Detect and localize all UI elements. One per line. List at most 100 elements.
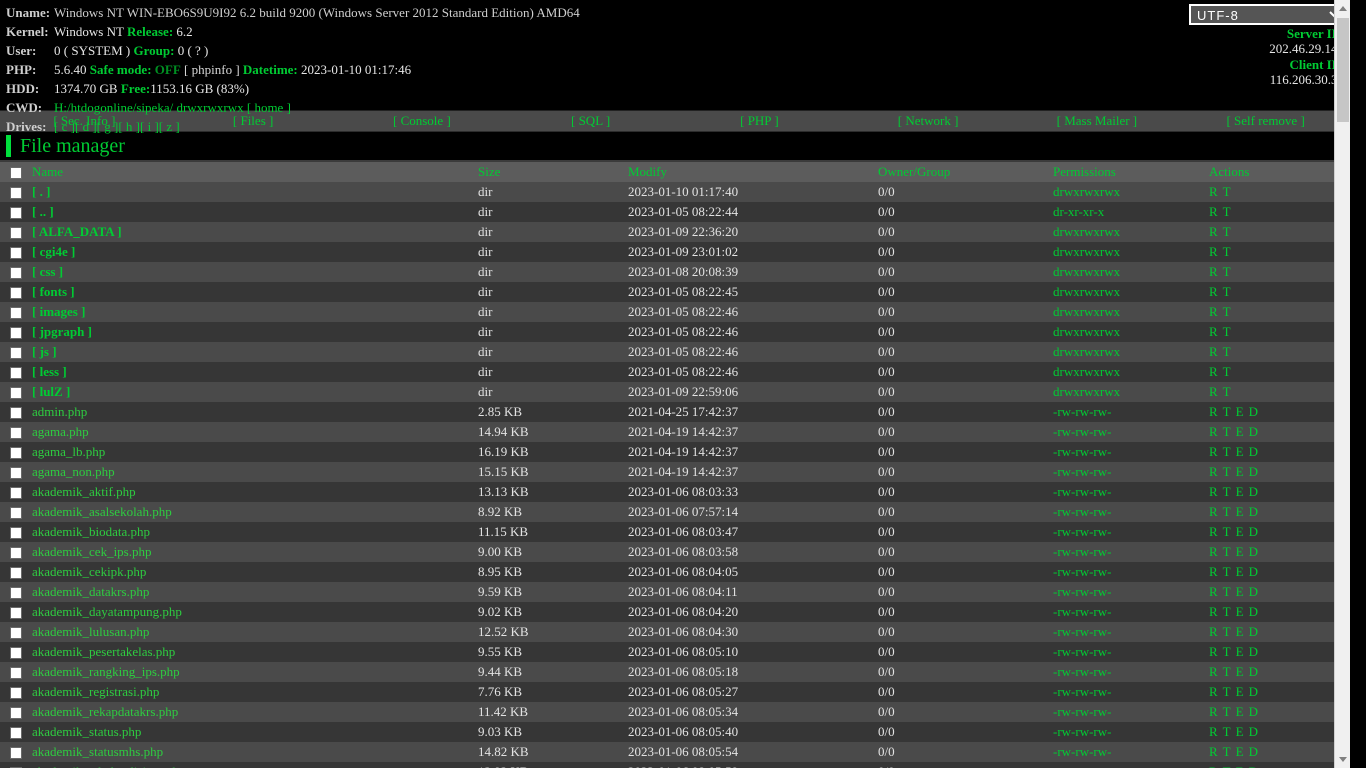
action-touch[interactable]: T <box>1223 604 1231 619</box>
action-rename[interactable]: R <box>1209 184 1218 199</box>
action-touch[interactable]: T <box>1223 464 1231 479</box>
row-checkbox[interactable] <box>10 467 22 480</box>
permissions-link[interactable]: -rw-rw-rw- <box>1053 524 1111 539</box>
action-touch[interactable]: T <box>1223 704 1231 719</box>
action-touch[interactable]: T <box>1223 444 1231 459</box>
file-link[interactable]: akademik_datakrs.php <box>32 584 149 599</box>
charset-select[interactable]: UTF-8Windows-1251KOI8-RKOI8-Ucp866 <box>1189 4 1344 25</box>
action-rename[interactable]: R <box>1209 464 1218 479</box>
permissions-link[interactable]: -rw-rw-rw- <box>1053 744 1111 759</box>
row-checkbox[interactable] <box>10 387 22 400</box>
file-link[interactable]: akademik_asalsekolah.php <box>32 504 172 519</box>
row-checkbox[interactable] <box>10 587 22 600</box>
action-edit[interactable]: E <box>1236 744 1244 759</box>
action-touch[interactable]: T <box>1223 644 1231 659</box>
table-row[interactable]: akademik_pesertakelas.php 9.55 KB 2023-01-… <box>0 642 1350 662</box>
action-delete[interactable]: D <box>1249 684 1258 699</box>
action-delete[interactable]: D <box>1249 624 1258 639</box>
scroll-down-arrow-icon[interactable] <box>1335 751 1350 768</box>
action-edit[interactable]: E <box>1236 424 1244 439</box>
action-rename[interactable]: R <box>1209 384 1218 399</box>
table-row[interactable]: agama_non.php 15.15 KB 2021-04-19 14:42:37… <box>0 462 1350 482</box>
action-rename[interactable]: R <box>1209 364 1218 379</box>
action-delete[interactable]: D <box>1249 484 1258 499</box>
action-touch[interactable]: T <box>1223 544 1231 559</box>
file-link[interactable]: akademik_rangking_ips.php <box>32 664 180 679</box>
table-row[interactable]: akademik_cek_ips.php 9.00 KB 2023-01-06 08… <box>0 542 1350 562</box>
directory-link[interactable]: [ .. ] <box>32 204 54 219</box>
drive-link-h[interactable]: [ h ] <box>118 119 140 134</box>
action-rename[interactable]: R <box>1209 664 1218 679</box>
directory-link[interactable]: [ less ] <box>32 364 67 379</box>
permissions-link[interactable]: drwxrwxrwx <box>1053 304 1120 319</box>
action-rename[interactable]: R <box>1209 624 1218 639</box>
table-row[interactable]: akademik_registrasi.php 7.76 KB 2023-01-06… <box>0 682 1350 702</box>
scrollbar-thumb[interactable] <box>1337 18 1349 122</box>
table-row[interactable]: agama_lb.php 16.19 KB 2021-04-19 14:42:37 0… <box>0 442 1350 462</box>
action-rename[interactable]: R <box>1209 304 1218 319</box>
row-checkbox[interactable] <box>10 347 22 360</box>
action-touch[interactable]: T <box>1223 524 1231 539</box>
action-touch[interactable]: T <box>1223 244 1231 259</box>
row-checkbox[interactable] <box>10 687 22 700</box>
table-row[interactable]: [ .. ] dir 2023-01-05 08:22:44 0/0 dr-xr-xr-… <box>0 202 1350 222</box>
action-delete[interactable]: D <box>1249 404 1258 419</box>
action-touch[interactable]: T <box>1223 304 1231 319</box>
action-delete[interactable]: D <box>1249 704 1258 719</box>
table-row[interactable]: akademik_lulusan.php 12.52 KB 2023-01-06 0… <box>0 622 1350 642</box>
permissions-link[interactable]: -rw-rw-rw- <box>1053 404 1111 419</box>
table-row[interactable]: [ jpgraph ] dir 2023-01-05 08:22:46 0/0 drwx… <box>0 322 1350 342</box>
drive-link-g[interactable]: [ g ] <box>97 119 119 134</box>
row-checkbox[interactable] <box>10 207 22 220</box>
nav-item-self-remove[interactable]: [ Self remove ] <box>1181 113 1350 129</box>
action-touch[interactable]: T <box>1223 324 1231 339</box>
table-row[interactable]: [ ALFA_DATA ] dir 2023-01-09 22:36:20 0/0 dr… <box>0 222 1350 242</box>
file-link[interactable]: akademik_aktif.php <box>32 484 136 499</box>
action-delete[interactable]: D <box>1249 524 1258 539</box>
permissions-link[interactable]: drwxrwxrwx <box>1053 324 1120 339</box>
permissions-link[interactable]: -rw-rw-rw- <box>1053 604 1111 619</box>
action-rename[interactable]: R <box>1209 604 1218 619</box>
table-row[interactable]: [ js ] dir 2023-01-05 08:22:46 0/0 drwxrwxrw… <box>0 342 1350 362</box>
file-link[interactable]: akademik_biodata.php <box>32 524 150 539</box>
action-touch[interactable]: T <box>1223 424 1231 439</box>
action-delete[interactable]: D <box>1249 604 1258 619</box>
action-rename[interactable]: R <box>1209 284 1218 299</box>
action-rename[interactable]: R <box>1209 724 1218 739</box>
permissions-link[interactable]: -rw-rw-rw- <box>1053 624 1111 639</box>
file-link[interactable]: akademik_statusmhs.php <box>32 744 163 759</box>
column-header-permissions[interactable]: Permissions <box>1053 162 1209 182</box>
table-row[interactable]: akademik_status.php 9.03 KB 2023-01-06 08:… <box>0 722 1350 742</box>
action-delete[interactable]: D <box>1249 504 1258 519</box>
action-touch[interactable]: T <box>1223 404 1231 419</box>
file-link[interactable]: akademik_tabelyudisium.php <box>32 764 185 768</box>
action-touch[interactable]: T <box>1223 364 1231 379</box>
table-row[interactable]: [ lulZ ] dir 2023-01-09 22:59:06 0/0 drwxrwx… <box>0 382 1350 402</box>
table-row[interactable]: [ cgi4e ] dir 2023-01-09 23:01:02 0/0 drwxrw… <box>0 242 1350 262</box>
action-touch[interactable]: T <box>1223 484 1231 499</box>
action-rename[interactable]: R <box>1209 564 1218 579</box>
row-checkbox[interactable] <box>10 747 22 760</box>
table-row[interactable]: [ less ] dir 2023-01-05 08:22:46 0/0 drwxrwx… <box>0 362 1350 382</box>
permissions-link[interactable]: drwxrwxrwx <box>1053 184 1120 199</box>
action-edit[interactable]: E <box>1236 764 1244 768</box>
action-edit[interactable]: E <box>1236 464 1244 479</box>
row-checkbox[interactable] <box>10 367 22 380</box>
nav-item-network[interactable]: [ Network ] <box>844 113 1013 129</box>
action-touch[interactable]: T <box>1223 584 1231 599</box>
permissions-link[interactable]: -rw-rw-rw- <box>1053 484 1111 499</box>
directory-link[interactable]: [ images ] <box>32 304 85 319</box>
row-checkbox[interactable] <box>10 287 22 300</box>
row-checkbox[interactable] <box>10 327 22 340</box>
action-rename[interactable]: R <box>1209 524 1218 539</box>
permissions-link[interactable]: drwxrwxrwx <box>1053 224 1120 239</box>
directory-link[interactable]: [ . ] <box>32 184 50 199</box>
row-checkbox[interactable] <box>10 727 22 740</box>
permissions-link[interactable]: -rw-rw-rw- <box>1053 504 1111 519</box>
action-touch[interactable]: T <box>1223 764 1231 768</box>
action-delete[interactable]: D <box>1249 644 1258 659</box>
action-delete[interactable]: D <box>1249 664 1258 679</box>
scroll-up-arrow-icon[interactable] <box>1335 0 1350 17</box>
action-edit[interactable]: E <box>1236 564 1244 579</box>
permissions-link[interactable]: drwxrwxrwx <box>1053 244 1120 259</box>
